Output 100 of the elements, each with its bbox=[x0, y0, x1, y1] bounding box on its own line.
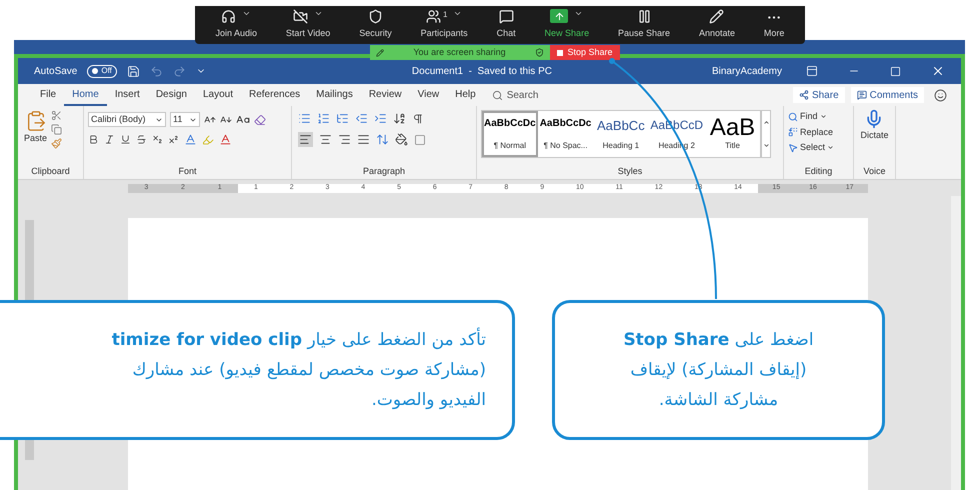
toolbar-button[interactable]: More bbox=[760, 9, 788, 41]
dictate-button[interactable]: Dictate bbox=[860, 109, 888, 142]
people-icon bbox=[426, 9, 441, 24]
group-label: Font bbox=[177, 164, 198, 178]
toolbar-button[interactable]: Security bbox=[355, 9, 396, 41]
replace-icon bbox=[788, 127, 798, 138]
save-icon bbox=[126, 64, 140, 78]
callout-text: الفيديو والصوت. bbox=[371, 389, 486, 412]
autosave-toggle[interactable]: Off bbox=[87, 64, 117, 78]
font-name-field[interactable]: Calibri (Body) bbox=[88, 112, 166, 127]
headphones-icon bbox=[221, 9, 236, 24]
toolbar-button[interactable]: New Share bbox=[540, 9, 594, 41]
close-icon bbox=[931, 64, 945, 78]
text-effects-icon bbox=[184, 133, 197, 146]
clear-format-icon bbox=[254, 114, 266, 126]
ribbon-tab[interactable]: Design bbox=[148, 84, 195, 106]
sort-icon bbox=[393, 112, 406, 125]
shield-icon bbox=[534, 48, 544, 57]
autosave-label: AutoSave bbox=[34, 64, 78, 78]
search-field[interactable]: Search bbox=[492, 88, 538, 102]
comment-icon bbox=[856, 90, 867, 100]
toolbar-button[interactable]: Pause Share bbox=[614, 9, 674, 41]
font-color-icon bbox=[219, 133, 232, 146]
callout-text: (إيقاف المشاركة) لإيقاف bbox=[630, 359, 807, 382]
align-left-icon bbox=[299, 133, 312, 146]
pause-icon bbox=[636, 9, 652, 24]
toolbar-button[interactable]: Start Video bbox=[282, 9, 334, 41]
user-name: BinaryAcademy bbox=[712, 64, 782, 78]
ribbon-tab[interactable]: File bbox=[32, 84, 64, 106]
scrollbar[interactable] bbox=[951, 196, 961, 490]
gallery-scroll[interactable] bbox=[761, 110, 771, 158]
font-size-field[interactable]: 11 bbox=[170, 112, 200, 127]
ribbon-tab[interactable]: View bbox=[410, 84, 448, 106]
callout-text: مشاركة الشاشة. bbox=[658, 389, 778, 412]
paste-button[interactable]: Paste bbox=[24, 110, 48, 146]
pencil-icon bbox=[709, 9, 724, 24]
numbering-icon bbox=[317, 112, 330, 125]
comments-button[interactable]: Comments bbox=[850, 87, 924, 103]
scroll-down-icon bbox=[762, 142, 770, 149]
toolbar-button[interactable]: Annotate bbox=[694, 9, 739, 41]
scissors-icon bbox=[51, 110, 62, 121]
pencil-icon bbox=[376, 48, 384, 56]
redo-icon bbox=[172, 64, 186, 78]
ribbon-tab[interactable]: Help bbox=[447, 84, 484, 106]
group-label: Paragraph bbox=[362, 164, 406, 178]
callout-text: (مشاركة صوت مخصص لمقطع فيديو) عند مشارك bbox=[132, 359, 486, 382]
style-option[interactable]: AaBbCc Heading 1 bbox=[593, 111, 648, 157]
ribbon-display-icon bbox=[806, 65, 818, 77]
chat-icon bbox=[498, 9, 514, 24]
ribbon-tab[interactable]: Insert bbox=[106, 84, 148, 106]
increase-indent-icon bbox=[374, 112, 387, 125]
subscript-icon bbox=[152, 134, 163, 145]
document-title: Document1 - Saved to this PC bbox=[412, 64, 552, 78]
align-center-icon bbox=[319, 133, 332, 146]
borders-icon bbox=[414, 134, 426, 146]
editing-button[interactable]: Replace bbox=[788, 126, 849, 139]
search-icon bbox=[788, 112, 798, 122]
group-label: Styles bbox=[616, 164, 644, 178]
italic-icon bbox=[104, 134, 115, 145]
highlighter-icon bbox=[202, 134, 214, 146]
justify-icon bbox=[357, 133, 370, 146]
group-label: Editing bbox=[804, 164, 834, 178]
shield-icon bbox=[368, 9, 383, 24]
toolbar-button[interactable]: 1 Participants bbox=[416, 9, 472, 41]
toolbar-button[interactable]: Join Audio bbox=[211, 9, 261, 41]
undo-icon bbox=[150, 64, 163, 78]
grow-font-icon bbox=[204, 114, 216, 126]
ribbon-tab[interactable]: Layout bbox=[194, 84, 241, 106]
ribbon-tab[interactable]: Mailings bbox=[308, 84, 361, 106]
pointer-icon bbox=[788, 142, 798, 153]
bold-icon bbox=[88, 134, 99, 145]
stop-share-button[interactable]: Stop Share bbox=[550, 45, 620, 60]
smiley-icon bbox=[934, 88, 947, 102]
share-icon bbox=[798, 90, 809, 100]
pilcrow-icon bbox=[412, 112, 424, 124]
shading-icon bbox=[395, 133, 408, 146]
search-icon bbox=[492, 90, 503, 100]
ribbon-tab[interactable]: References bbox=[241, 84, 308, 106]
style-option[interactable]: AaBbCcDc ¶ Normal bbox=[482, 111, 538, 157]
editing-button[interactable]: Find bbox=[788, 110, 849, 124]
format-painter-icon bbox=[51, 138, 62, 149]
share-button[interactable]: Share bbox=[792, 87, 845, 103]
group-label: Clipboard bbox=[30, 164, 71, 178]
line-spacing-icon bbox=[376, 133, 389, 146]
style-option[interactable]: AaBbCcDc ¶ No Spac... bbox=[538, 111, 594, 157]
ribbon-tab[interactable]: Review bbox=[360, 84, 410, 106]
group-label: Voice bbox=[862, 164, 887, 178]
scroll-up-icon bbox=[762, 119, 770, 126]
superscript-icon bbox=[168, 134, 179, 145]
shrink-font-icon bbox=[220, 114, 232, 126]
up-arrow-icon bbox=[554, 10, 565, 22]
toolbar-button[interactable]: Chat bbox=[492, 9, 520, 41]
editing-button[interactable]: Select bbox=[788, 141, 849, 154]
video-off-icon bbox=[293, 9, 308, 24]
participant-count: 1 bbox=[442, 9, 448, 22]
sharing-status: You are screen sharing bbox=[413, 46, 506, 59]
maximize-icon bbox=[890, 66, 901, 76]
more-icon bbox=[767, 16, 782, 20]
copy-icon bbox=[51, 124, 62, 135]
style-option[interactable]: AaB Title bbox=[705, 111, 760, 157]
